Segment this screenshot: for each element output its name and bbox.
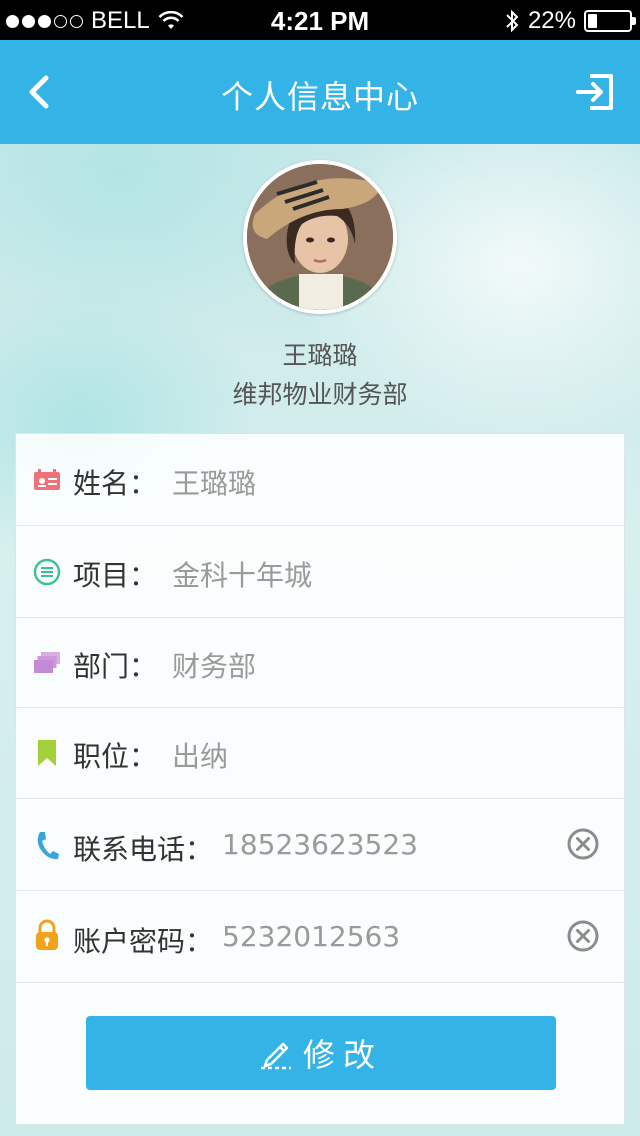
field-value-name[interactable]: 王璐璐 bbox=[172, 462, 256, 502]
clear-password-button[interactable] bbox=[566, 919, 600, 953]
status-right: 22% bbox=[504, 7, 636, 35]
info-card: 姓名： 王璐璐 项目： 金科十年城 部门： 财务部 职位： 出纳 联系电话： 1… bbox=[15, 433, 625, 1125]
bookmark-icon bbox=[32, 738, 62, 768]
clear-circle-icon bbox=[567, 828, 599, 860]
profile-department: 维邦物业财务部 bbox=[232, 380, 408, 409]
clear-circle-icon bbox=[567, 920, 599, 952]
field-row-department: 部门： 财务部 bbox=[16, 618, 624, 708]
edit-submit-label: 修改 bbox=[302, 1036, 383, 1074]
field-row-position: 职位： 出纳 bbox=[16, 708, 624, 799]
edit-pencil-icon bbox=[260, 1042, 291, 1070]
nav-bar: 个人信息中心 bbox=[0, 40, 640, 144]
field-value-department[interactable]: 财务部 bbox=[172, 645, 256, 685]
avatar-portrait-image bbox=[247, 164, 393, 310]
status-bar: BELL 4:21 PM 22% bbox=[0, 0, 640, 40]
field-label: 账户密码： bbox=[73, 925, 214, 958]
field-row-phone: 联系电话： 18523623523 bbox=[16, 799, 624, 891]
battery-icon bbox=[584, 10, 636, 32]
edit-submit-button[interactable]: 修改 bbox=[86, 1016, 556, 1090]
lock-icon bbox=[32, 919, 62, 950]
field-label: 职位： bbox=[73, 740, 158, 773]
field-label: 部门： bbox=[73, 650, 158, 683]
id-card-icon bbox=[32, 465, 62, 495]
field-label: 联系电话： bbox=[73, 833, 214, 866]
field-value-password[interactable]: 5232012563 bbox=[222, 920, 400, 953]
battery-percent: 22% bbox=[527, 7, 576, 34]
avatar[interactable] bbox=[243, 160, 397, 314]
field-label: 项目： bbox=[73, 559, 158, 592]
field-value-project[interactable]: 金科十年城 bbox=[172, 554, 312, 594]
field-value-position[interactable]: 出纳 bbox=[172, 735, 228, 775]
field-label: 姓名： bbox=[73, 467, 158, 500]
field-row-password: 账户密码： 5232012563 bbox=[16, 891, 624, 983]
logout-button[interactable] bbox=[576, 72, 616, 112]
page-title: 个人信息中心 bbox=[220, 78, 419, 116]
field-value-phone[interactable]: 18523623523 bbox=[222, 828, 418, 861]
list-circle-icon bbox=[32, 557, 62, 587]
sign-out-icon bbox=[576, 74, 613, 110]
profile-name: 王璐璐 bbox=[282, 341, 358, 370]
field-row-name: 姓名： 王璐璐 bbox=[16, 434, 624, 526]
battery-level bbox=[588, 14, 597, 28]
field-row-project: 项目： 金科十年城 bbox=[16, 526, 624, 618]
stack-icon bbox=[32, 648, 62, 678]
phone-icon bbox=[32, 830, 62, 860]
bluetooth-icon bbox=[506, 9, 519, 33]
clear-phone-button[interactable] bbox=[566, 827, 600, 861]
